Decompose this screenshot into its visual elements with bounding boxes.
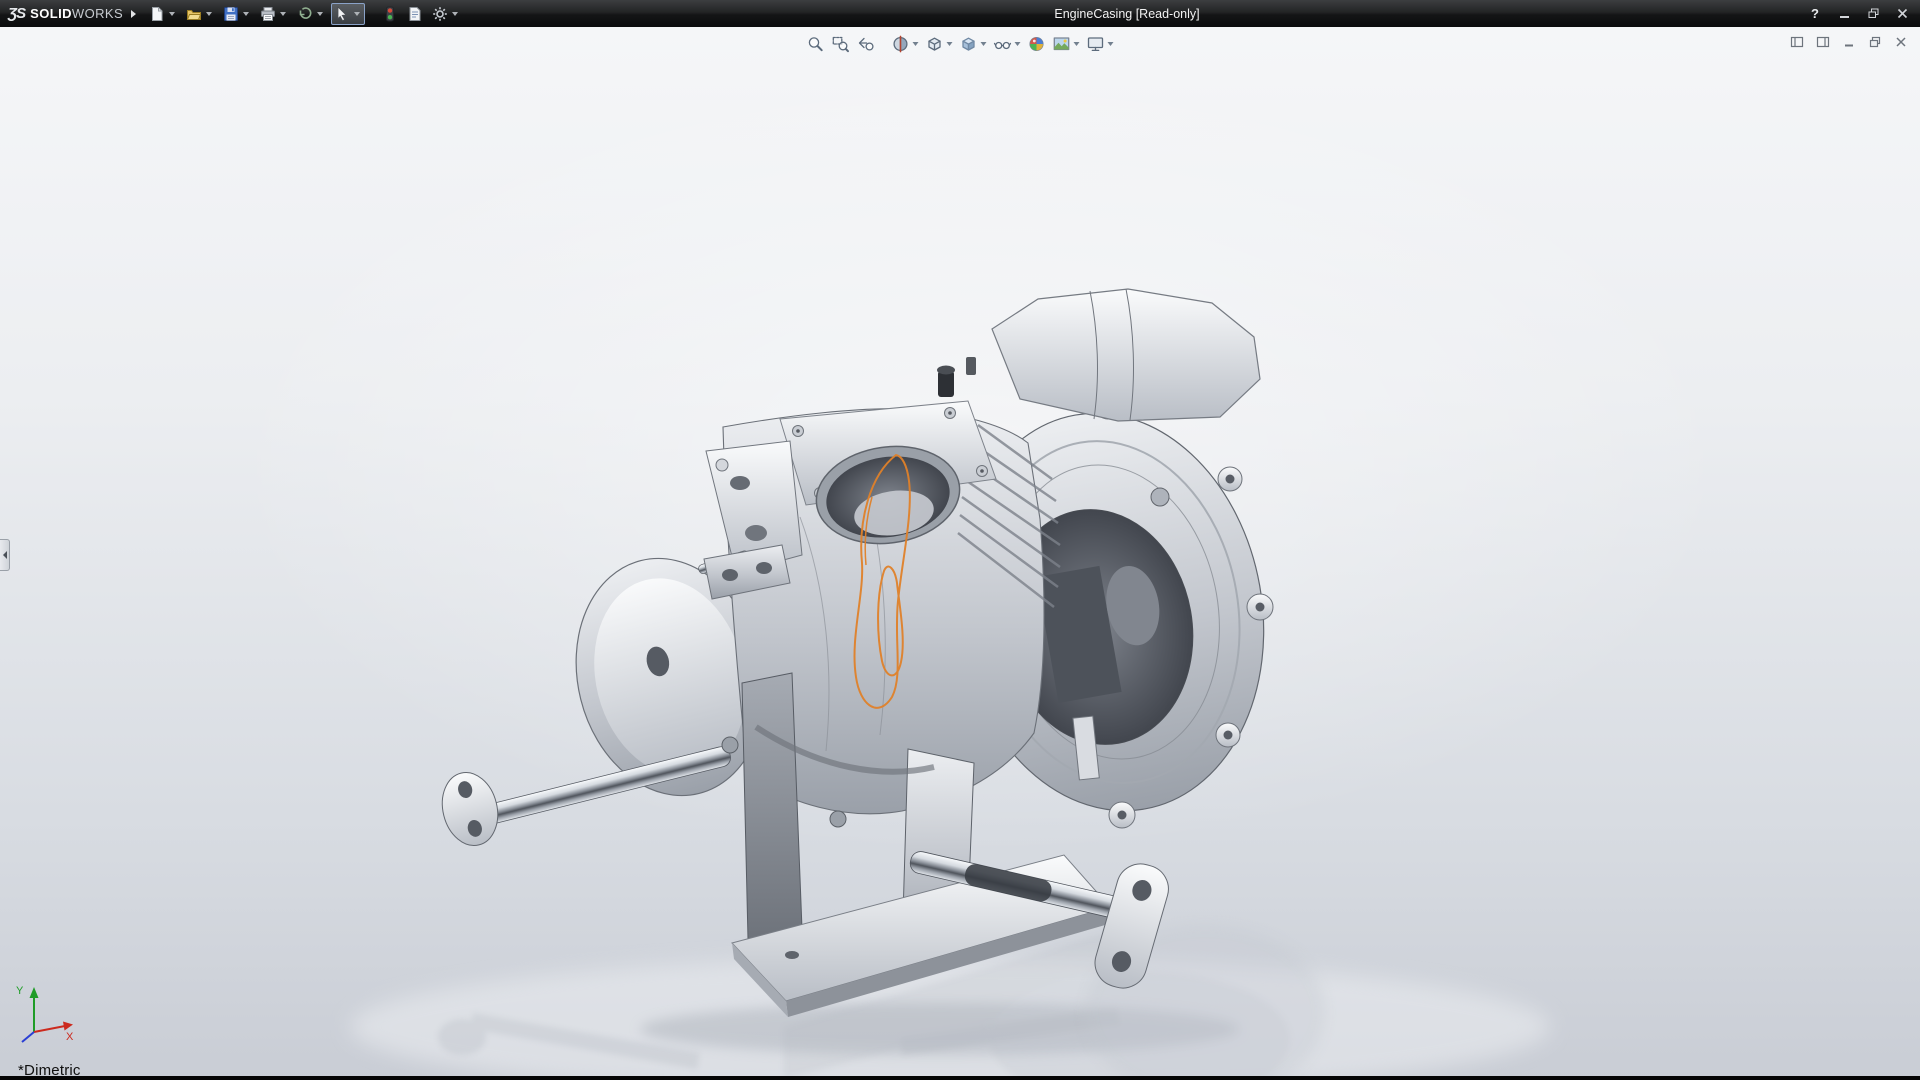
save-icon: [224, 6, 239, 21]
engine-casing-model[interactable]: [0, 27, 1920, 1080]
display-style-dropdown[interactable]: [980, 42, 987, 46]
window-controls: ?: [1791, 6, 1920, 22]
main-toolbar: [146, 2, 463, 25]
save-button[interactable]: [220, 3, 254, 25]
open-dropdown[interactable]: [206, 11, 213, 16]
view-settings-button[interactable]: [1085, 32, 1116, 56]
reference-triad: Y X: [16, 985, 74, 1043]
display-style-button[interactable]: [958, 32, 989, 56]
document-window-controls: [1788, 33, 1910, 51]
graphics-area[interactable]: Y X *Dimetric: [0, 27, 1920, 1080]
hide-show-items-icon: [993, 41, 1012, 50]
new-document-button[interactable]: [146, 3, 180, 25]
apply-scene-icon: [1053, 37, 1070, 51]
z-axis-arrow-icon: [21, 1031, 35, 1043]
close-document-button[interactable]: [1892, 33, 1910, 51]
select-dropdown[interactable]: [354, 11, 361, 16]
pane-toggle-left-button[interactable]: [1788, 33, 1806, 51]
minimize-icon: [1839, 16, 1849, 18]
help-icon: ?: [1811, 6, 1819, 21]
open-button[interactable]: [183, 3, 217, 25]
titlebar: ƷS SOLIDWORKS EngineCasing [Read-only] ?: [0, 0, 1920, 27]
restore-document-button[interactable]: [1866, 33, 1884, 51]
solidworks-window: ƷS SOLIDWORKS EngineCasing [Read-only] ?…: [0, 0, 1920, 1080]
view-settings-dropdown[interactable]: [1107, 42, 1114, 46]
undo-dropdown[interactable]: [317, 11, 324, 16]
section-view-button[interactable]: [890, 32, 921, 56]
open-folder-icon: [186, 9, 202, 20]
zoom-to-area-button[interactable]: [830, 32, 852, 56]
y-axis-arrow-icon: [29, 987, 39, 998]
close-icon: [1896, 37, 1906, 47]
hide-show-items-button[interactable]: [992, 32, 1023, 56]
options-button[interactable]: [429, 3, 463, 25]
save-dropdown[interactable]: [243, 11, 250, 16]
edit-appearance-icon: [1029, 36, 1044, 52]
zoom-to-area-icon: [832, 36, 849, 53]
rebuild-icon: [386, 6, 395, 21]
undo-button[interactable]: [294, 3, 328, 25]
heads-up-view-toolbar: [805, 32, 1116, 56]
solidworks-logo: ƷS SOLIDWORKS: [0, 5, 129, 22]
screen-bottom-edge: [0, 1076, 1920, 1080]
new-document-dropdown[interactable]: [169, 11, 176, 16]
hide-show-items-dropdown[interactable]: [1014, 42, 1021, 46]
close-window-button[interactable]: [1894, 6, 1910, 22]
print-button[interactable]: [257, 3, 291, 25]
dassault-logo-icon: ƷS: [8, 5, 26, 22]
file-properties-icon: [409, 6, 421, 21]
menu-flyout-arrow[interactable]: [131, 9, 137, 18]
rebuild-button[interactable]: [379, 3, 401, 25]
restore-window-button[interactable]: [1865, 6, 1881, 22]
select-button[interactable]: [331, 2, 366, 25]
feature-manager-collapsed-tab[interactable]: [0, 539, 10, 571]
section-view-icon: [893, 35, 908, 53]
zoom-to-fit-button[interactable]: [805, 32, 827, 56]
options-icon: [433, 6, 447, 21]
brand-name: SOLIDWORKS: [30, 6, 124, 21]
restore-icon: [1868, 8, 1878, 18]
print-dropdown[interactable]: [280, 11, 287, 16]
view-orientation-icon: [928, 37, 941, 51]
display-style-icon: [962, 37, 975, 51]
restore-icon: [1869, 36, 1881, 48]
options-dropdown[interactable]: [452, 11, 459, 16]
minimize-window-button[interactable]: [1836, 6, 1852, 22]
minimize-icon: [1845, 44, 1853, 47]
print-icon: [261, 6, 276, 21]
y-axis-label: Y: [16, 985, 24, 997]
new-document-icon: [152, 6, 163, 21]
select-cursor-icon: [337, 5, 347, 21]
previous-view-button[interactable]: [855, 32, 877, 56]
apply-scene-button[interactable]: [1051, 32, 1082, 56]
previous-view-icon: [858, 37, 874, 51]
edit-appearance-button[interactable]: [1026, 32, 1048, 56]
zoom-to-fit-icon: [808, 37, 823, 52]
section-view-dropdown[interactable]: [912, 42, 919, 46]
expand-panel-arrow-icon: [2, 551, 7, 559]
help-button[interactable]: ?: [1807, 6, 1823, 22]
view-orientation-dropdown[interactable]: [946, 42, 953, 46]
x-axis-label: X: [66, 1031, 74, 1043]
x-axis-arrow-icon: [63, 1021, 73, 1031]
pane-right-icon: [1816, 36, 1830, 48]
view-orientation-button[interactable]: [924, 32, 955, 56]
pane-left-icon: [1790, 36, 1804, 48]
close-icon: [1897, 8, 1907, 19]
window-title: EngineCasing [Read-only]: [1054, 6, 1200, 21]
view-settings-icon: [1087, 37, 1104, 52]
undo-icon: [299, 6, 312, 19]
file-properties-button[interactable]: [404, 3, 426, 25]
apply-scene-dropdown[interactable]: [1073, 42, 1080, 46]
minimize-document-button[interactable]: [1840, 33, 1858, 51]
pane-toggle-right-button[interactable]: [1814, 33, 1832, 51]
